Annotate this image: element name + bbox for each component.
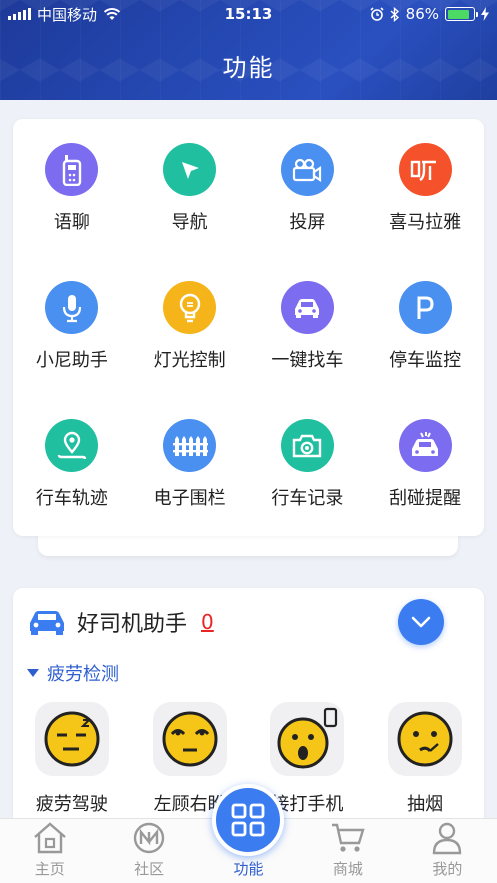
car-collision-icon	[398, 419, 452, 472]
camera-icon	[280, 419, 334, 472]
chevron-down-icon	[411, 616, 431, 628]
tab-profile[interactable]: 我的	[398, 819, 497, 883]
battery-percent: 86%	[405, 5, 439, 23]
looking-around-face-icon	[162, 711, 218, 767]
car-icon	[280, 281, 334, 334]
function-label: 投屏	[289, 212, 326, 233]
car-icon	[30, 611, 64, 635]
home-icon	[33, 822, 66, 854]
function-dashcam[interactable]: 行车记录	[249, 419, 367, 557]
expand-button[interactable]	[398, 599, 444, 645]
function-find-car[interactable]: 一键找车	[249, 281, 367, 419]
tab-home[interactable]: 主页	[0, 819, 99, 883]
grid-icon	[231, 803, 265, 837]
function-label: 停车监控	[389, 350, 462, 371]
status-bar: 中国移动 15:13 86%	[0, 0, 497, 28]
signal-icon	[8, 8, 31, 20]
section-label: 疲劳检测	[47, 664, 119, 685]
function-label: 行车记录	[271, 488, 344, 509]
battery-icon	[445, 7, 478, 21]
function-label: 导航	[171, 212, 208, 233]
detection-fatigue-driving[interactable]: 疲劳驾驶	[13, 702, 131, 816]
battery-fill	[447, 9, 469, 19]
tab-mall[interactable]: 商城	[298, 819, 397, 883]
microphone-icon	[45, 281, 99, 334]
function-label: 电子围栏	[153, 488, 226, 509]
function-geofence[interactable]: 电子围栏	[131, 419, 249, 557]
function-label: 小尼助手	[35, 350, 108, 371]
function-label: 灯光控制	[153, 350, 226, 371]
detection-label: 疲劳驾驶	[35, 794, 108, 815]
function-ximalaya[interactable]: 喜马拉雅	[366, 143, 484, 281]
alarm-icon	[370, 7, 384, 21]
phone-call-face-icon	[277, 707, 338, 769]
function-voice-chat[interactable]: 语聊	[13, 143, 131, 281]
location-track-icon	[45, 419, 99, 472]
fatigue-section-toggle[interactable]: 疲劳检测	[27, 660, 119, 686]
detection-smoking[interactable]: 抽烟	[366, 702, 484, 816]
function-label: 语聊	[53, 212, 90, 233]
function-scratch-alert[interactable]: 刮碰提醒	[366, 419, 484, 557]
wifi-icon	[103, 8, 121, 20]
page-title: 功能	[222, 54, 275, 82]
fence-icon	[163, 419, 217, 472]
cart-icon	[331, 823, 365, 852]
tab-community[interactable]: 社区	[99, 819, 198, 883]
function-label: 喜马拉雅	[389, 212, 462, 233]
detection-label: 抽烟	[407, 794, 444, 815]
tab-label: 我的	[432, 860, 463, 878]
smoking-face-icon	[397, 711, 453, 767]
function-grid-card: 语聊 导航 投屏 喜马拉雅 小尼助手 灯光控制 一键找车 停车监控 行车轨迹 电…	[13, 119, 484, 536]
video-camera-icon	[280, 143, 334, 196]
center-functions-button[interactable]	[212, 784, 284, 856]
header-bar: 中国移动 15:13 86% 功能	[0, 0, 497, 100]
triangle-down-icon	[27, 669, 39, 677]
function-label: 刮碰提醒	[389, 488, 462, 509]
navigation-arrow-icon	[163, 143, 217, 196]
function-screen-cast[interactable]: 投屏	[249, 143, 367, 281]
tab-label: 主页	[34, 860, 65, 878]
person-icon	[433, 822, 462, 855]
community-icon	[133, 822, 165, 854]
function-parking-monitor[interactable]: 停车监控	[366, 281, 484, 419]
assistant-count-link[interactable]: 0	[201, 610, 214, 634]
ximalaya-listen-icon	[398, 143, 452, 196]
charging-icon	[481, 7, 489, 21]
function-driving-track[interactable]: 行车轨迹	[13, 419, 131, 557]
assistant-title: 好司机助手	[77, 612, 188, 637]
function-navigation[interactable]: 导航	[131, 143, 249, 281]
light-bulb-icon	[163, 281, 217, 334]
function-label: 行车轨迹	[35, 488, 108, 509]
sleepy-face-icon	[44, 711, 100, 767]
function-label: 一键找车	[271, 350, 344, 371]
tab-label: 功能	[233, 860, 264, 878]
function-light-control[interactable]: 灯光控制	[131, 281, 249, 419]
tab-label: 社区	[134, 860, 165, 878]
parking-icon	[398, 281, 452, 334]
function-voice-assistant[interactable]: 小尼助手	[13, 281, 131, 419]
walkie-talkie-icon	[45, 143, 99, 196]
carrier-name: 中国移动	[37, 5, 98, 24]
tab-label: 商城	[332, 860, 363, 878]
bluetooth-icon	[390, 6, 399, 22]
